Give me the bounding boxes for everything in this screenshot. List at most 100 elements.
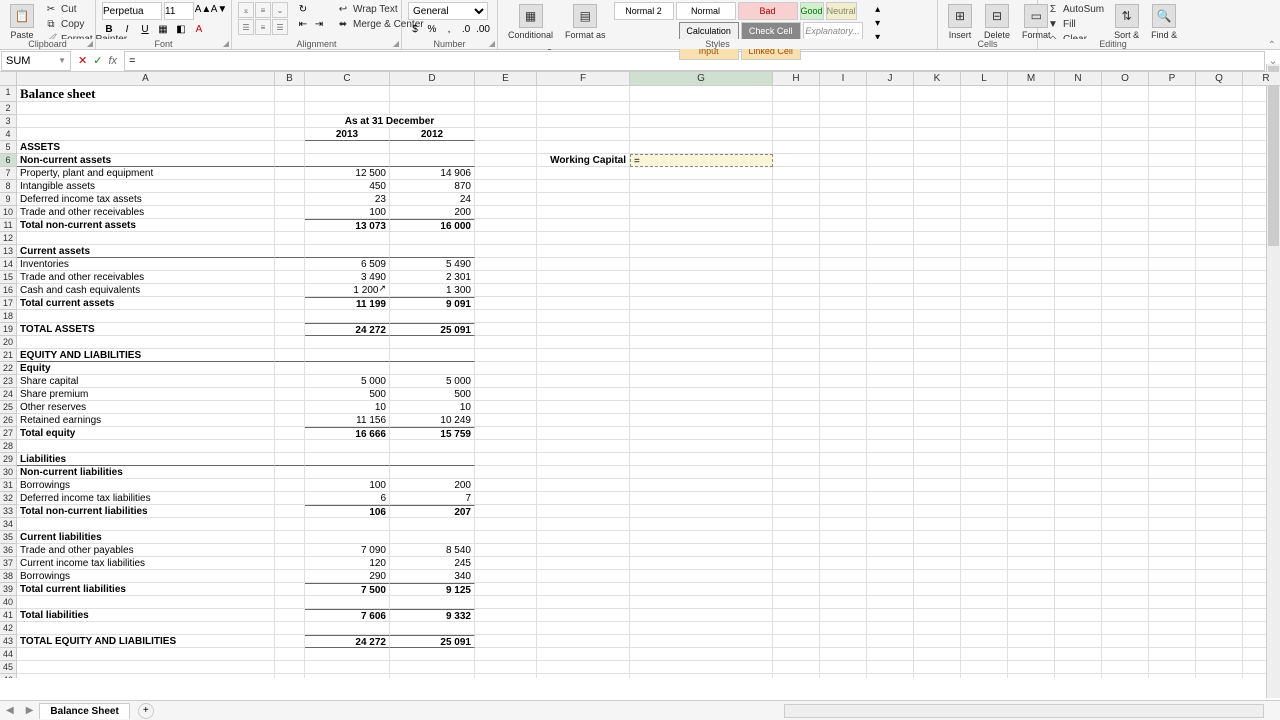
cell-Q2[interactable] xyxy=(1196,102,1243,115)
cell-P25[interactable] xyxy=(1149,401,1196,414)
cell-C10[interactable]: 100 xyxy=(305,206,390,219)
row-header-42[interactable]: 42 xyxy=(0,622,17,635)
cell-Q36[interactable] xyxy=(1196,544,1243,557)
cell-P13[interactable] xyxy=(1149,245,1196,258)
cell-A43[interactable]: TOTAL EQUITY AND LIABILITIES xyxy=(17,635,275,648)
cell-Q9[interactable] xyxy=(1196,193,1243,206)
cell-B16[interactable] xyxy=(275,284,305,297)
cell-B38[interactable] xyxy=(275,570,305,583)
cell-I26[interactable] xyxy=(820,414,867,427)
cell-H6[interactable] xyxy=(773,154,820,167)
cell-D23[interactable]: 5 000 xyxy=(390,375,475,388)
cell-J42[interactable] xyxy=(867,622,914,635)
cell-C33[interactable]: 106 xyxy=(305,505,390,518)
cell-N8[interactable] xyxy=(1055,180,1102,193)
cell-P42[interactable] xyxy=(1149,622,1196,635)
cell-H36[interactable] xyxy=(773,544,820,557)
cell-G16[interactable] xyxy=(630,284,773,297)
cell-M6[interactable] xyxy=(1008,154,1055,167)
cell-H10[interactable] xyxy=(773,206,820,219)
cell-A37[interactable]: Current income tax liabilities xyxy=(17,557,275,570)
cell-I32[interactable] xyxy=(820,492,867,505)
cell-E14[interactable] xyxy=(475,258,537,271)
cell-C22[interactable] xyxy=(305,362,390,375)
cell-P34[interactable] xyxy=(1149,518,1196,531)
cell-E22[interactable] xyxy=(475,362,537,375)
cell-A29[interactable]: Liabilities xyxy=(17,453,275,466)
cell-P30[interactable] xyxy=(1149,466,1196,479)
row-header-18[interactable]: 18 xyxy=(0,310,17,323)
fill-color-button[interactable]: ◧ xyxy=(174,22,188,36)
cell-O4[interactable] xyxy=(1102,128,1149,141)
cell-H37[interactable] xyxy=(773,557,820,570)
cell-L1[interactable] xyxy=(961,86,1008,102)
cell-A9[interactable]: Deferred income tax assets xyxy=(17,193,275,206)
cell-H46[interactable] xyxy=(773,674,820,678)
cell-A24[interactable]: Share premium xyxy=(17,388,275,401)
cell-C43[interactable]: 24 272 xyxy=(305,635,390,648)
row-header-19[interactable]: 19 xyxy=(0,323,17,336)
cell-C26[interactable]: 11 156 xyxy=(305,414,390,427)
cell-E43[interactable] xyxy=(475,635,537,648)
cell-Q41[interactable] xyxy=(1196,609,1243,622)
cell-J28[interactable] xyxy=(867,440,914,453)
cell-L37[interactable] xyxy=(961,557,1008,570)
name-box[interactable]: SUM▼ xyxy=(1,51,71,71)
cell-A14[interactable]: Inventories xyxy=(17,258,275,271)
cell-O14[interactable] xyxy=(1102,258,1149,271)
cell-M1[interactable] xyxy=(1008,86,1055,102)
cell-P23[interactable] xyxy=(1149,375,1196,388)
cell-B14[interactable] xyxy=(275,258,305,271)
cell-D29[interactable] xyxy=(390,453,475,466)
cell-P27[interactable] xyxy=(1149,427,1196,440)
cell-A22[interactable]: Equity xyxy=(17,362,275,375)
cell-B44[interactable] xyxy=(275,648,305,661)
percent-button[interactable]: % xyxy=(425,22,439,36)
cell-Q46[interactable] xyxy=(1196,674,1243,678)
cell-N9[interactable] xyxy=(1055,193,1102,206)
cell-B30[interactable] xyxy=(275,466,305,479)
cell-C37[interactable]: 120 xyxy=(305,557,390,570)
cell-E28[interactable] xyxy=(475,440,537,453)
cell-C4[interactable]: 2013 xyxy=(305,128,390,141)
cell-O30[interactable] xyxy=(1102,466,1149,479)
cell-I24[interactable] xyxy=(820,388,867,401)
cell-H29[interactable] xyxy=(773,453,820,466)
cell-N12[interactable] xyxy=(1055,232,1102,245)
cell-A5[interactable]: ASSETS xyxy=(17,141,275,154)
cell-K1[interactable] xyxy=(914,86,961,102)
cell-K27[interactable] xyxy=(914,427,961,440)
row-header-24[interactable]: 24 xyxy=(0,388,17,401)
row-header-38[interactable]: 38 xyxy=(0,570,17,583)
cell-I41[interactable] xyxy=(820,609,867,622)
cell-D5[interactable] xyxy=(390,141,475,154)
cell-G35[interactable] xyxy=(630,531,773,544)
cell-C41[interactable]: 7 606 xyxy=(305,609,390,622)
cell-K31[interactable] xyxy=(914,479,961,492)
cell-K25[interactable] xyxy=(914,401,961,414)
col-header-H[interactable]: H xyxy=(773,72,820,86)
tab-nav-prev[interactable]: ◀ xyxy=(0,705,20,716)
cell-F21[interactable] xyxy=(537,349,630,362)
cell-G28[interactable] xyxy=(630,440,773,453)
cell-C46[interactable] xyxy=(305,674,390,678)
cell-Q43[interactable] xyxy=(1196,635,1243,648)
cell-O41[interactable] xyxy=(1102,609,1149,622)
cell-F23[interactable] xyxy=(537,375,630,388)
cell-C2[interactable] xyxy=(305,102,390,115)
cell-L24[interactable] xyxy=(961,388,1008,401)
align-right[interactable]: ☰ xyxy=(272,19,288,35)
cell-H7[interactable] xyxy=(773,167,820,180)
cell-K19[interactable] xyxy=(914,323,961,336)
currency-button[interactable]: $ xyxy=(408,22,422,36)
cell-A31[interactable]: Borrowings xyxy=(17,479,275,492)
cell-N25[interactable] xyxy=(1055,401,1102,414)
cell-E21[interactable] xyxy=(475,349,537,362)
number-format-select[interactable]: General xyxy=(408,2,488,20)
cell-L25[interactable] xyxy=(961,401,1008,414)
cell-B21[interactable] xyxy=(275,349,305,362)
cell-O12[interactable] xyxy=(1102,232,1149,245)
cell-Q14[interactable] xyxy=(1196,258,1243,271)
cell-Q27[interactable] xyxy=(1196,427,1243,440)
cell-G40[interactable] xyxy=(630,596,773,609)
